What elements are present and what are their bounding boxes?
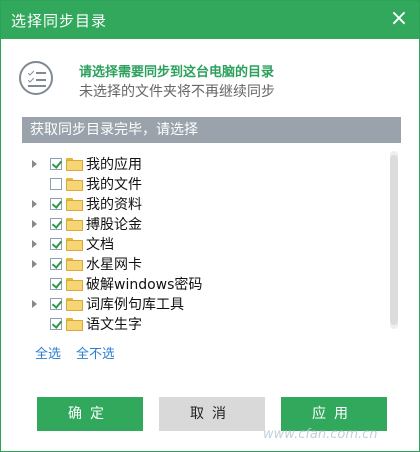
expander-placeholder [30, 314, 42, 334]
expand-arrow-icon[interactable] [30, 294, 42, 314]
tree-item[interactable]: 语文生字 [22, 314, 382, 334]
folder-checkbox[interactable] [50, 278, 62, 290]
tree-item-label: 我的应用 [86, 157, 142, 173]
tree-item[interactable]: 文档 [22, 234, 382, 254]
tree-item[interactable]: 水星网卡 [22, 254, 382, 274]
sync-directory-dialog: 选择同步目录 × 请选择需要同步到这台电脑的目录 未选择的文件夹将不再继续同步 … [0, 0, 420, 452]
tree-item-label: 语文生字 [86, 317, 142, 333]
folder-icon [66, 177, 83, 191]
folder-icon [66, 257, 83, 271]
expand-arrow-icon[interactable] [30, 194, 42, 214]
tree-item-label: 破解windows密码 [86, 277, 203, 293]
folder-tree: 我的应用 我的文件 我的资料 搏股论金 文档 水星网卡 破解windows密码 … [22, 143, 401, 335]
tree-item[interactable]: 我的文件 [22, 174, 382, 194]
expander-placeholder [30, 174, 42, 194]
dialog-heading: 请选择需要同步到这台电脑的目录 [79, 65, 275, 80]
expand-arrow-icon[interactable] [30, 254, 42, 274]
tree-item[interactable]: 我的资料 [22, 194, 382, 214]
folder-checkbox[interactable] [50, 318, 62, 330]
watermark: www.cfan.com.cn [263, 427, 378, 442]
tree-item-label: 文档 [86, 237, 114, 253]
folder-icon [66, 237, 83, 251]
close-icon[interactable]: × [387, 8, 411, 32]
tree-item[interactable]: 词库例句库工具 [22, 294, 382, 314]
select-none-link[interactable]: 全不选 [76, 343, 114, 362]
expand-arrow-icon[interactable] [30, 214, 42, 234]
select-all-link[interactable]: 全选 [35, 343, 61, 362]
apply-button[interactable]: 应用 [281, 397, 387, 431]
cancel-button[interactable]: 取消 [159, 397, 265, 431]
tree-item-label: 我的资料 [86, 197, 142, 213]
folder-icon [66, 217, 83, 231]
folder-icon [66, 297, 83, 311]
tree-item-label: 搏股论金 [86, 217, 142, 233]
folder-icon [66, 277, 83, 291]
tree-scrollbar[interactable] [390, 151, 398, 329]
tree-item-label: 水星网卡 [86, 257, 142, 273]
folder-checkbox[interactable] [50, 158, 62, 170]
tree-item[interactable]: 我的应用 [22, 154, 382, 174]
folder-checkbox[interactable] [50, 178, 62, 190]
expand-arrow-icon[interactable] [30, 234, 42, 254]
folder-checkbox[interactable] [50, 298, 62, 310]
checklist-icon [19, 61, 53, 95]
folder-icon [66, 197, 83, 211]
tree-item[interactable]: 破解windows密码 [22, 274, 382, 294]
expand-arrow-icon[interactable] [30, 154, 42, 174]
folder-icon [66, 157, 83, 171]
expander-placeholder [30, 274, 42, 294]
folder-checkbox[interactable] [50, 218, 62, 230]
folder-checkbox[interactable] [50, 198, 62, 210]
dialog-subheading: 未选择的文件夹将不再继续同步 [79, 84, 275, 100]
panel-header: 获取同步目录完毕，请选择 [22, 117, 401, 143]
title-bar[interactable]: 选择同步目录 × [1, 1, 419, 39]
tree-item-label: 词库例句库工具 [86, 297, 184, 313]
tree-item[interactable]: 搏股论金 [22, 214, 382, 234]
folder-icon [66, 317, 83, 331]
folder-checkbox[interactable] [50, 258, 62, 270]
scrollbar-thumb[interactable] [390, 155, 398, 325]
folder-checkbox[interactable] [50, 238, 62, 250]
window-title: 选择同步目录 [11, 11, 108, 30]
tree-item-label: 我的文件 [86, 177, 142, 193]
confirm-button[interactable]: 确定 [37, 397, 143, 431]
